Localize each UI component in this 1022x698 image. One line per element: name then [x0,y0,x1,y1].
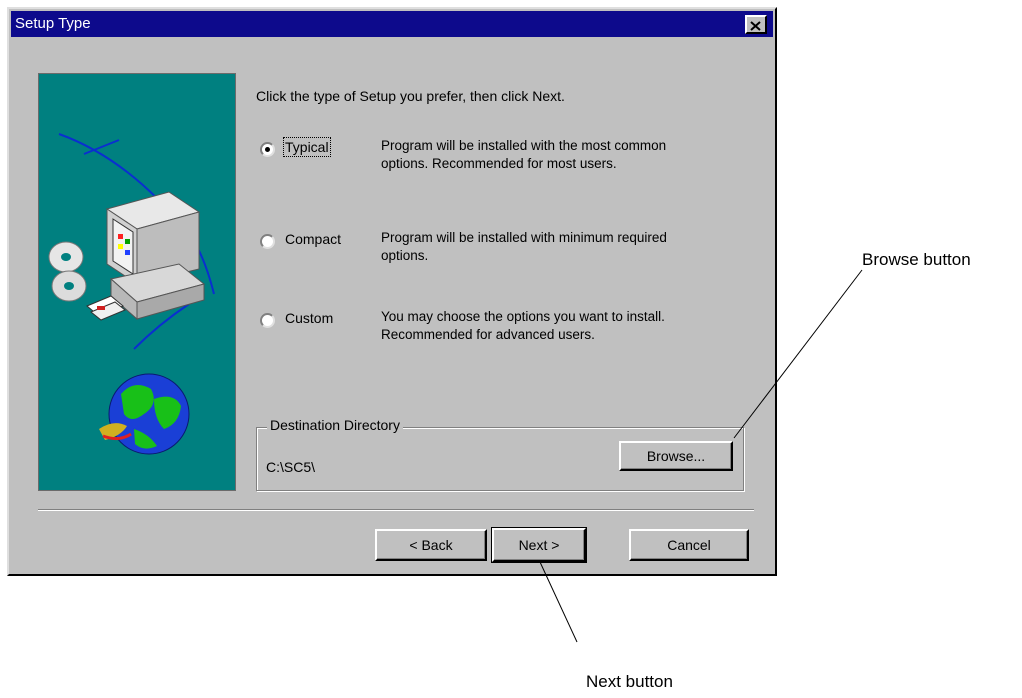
browse-callout-line [733,269,863,439]
callout-lines [539,269,863,643]
next-button-annotation: Next button [586,672,673,691]
next-callout-line [539,561,578,643]
browse-button-annotation: Browse button [862,250,971,269]
